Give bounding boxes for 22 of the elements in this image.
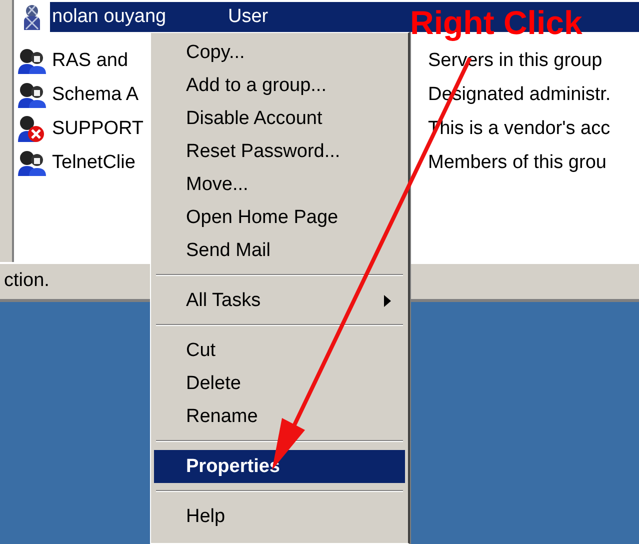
group-icon bbox=[17, 47, 47, 75]
menu-item[interactable]: Cut bbox=[154, 334, 405, 367]
menu-item[interactable]: Help bbox=[154, 500, 405, 533]
description-cell-text: Servers in this group bbox=[428, 49, 602, 73]
menu-item[interactable]: Disable Account bbox=[154, 102, 405, 135]
disabled-group-icon bbox=[17, 115, 47, 143]
submenu-arrow-icon bbox=[384, 295, 391, 307]
menu-item[interactable]: Properties bbox=[154, 450, 405, 483]
menu-item[interactable]: Add to a group... bbox=[154, 69, 405, 102]
menu-item[interactable]: Copy... bbox=[154, 36, 405, 69]
group-icon bbox=[17, 81, 47, 109]
menu-item[interactable]: Move... bbox=[154, 168, 405, 201]
menu-item[interactable]: Rename bbox=[154, 400, 405, 433]
menu-item[interactable]: Reset Password... bbox=[154, 135, 405, 168]
status-text: ction. bbox=[4, 270, 50, 291]
group-icon bbox=[17, 149, 47, 177]
description-cell-text: Members of this grou bbox=[428, 151, 606, 175]
list-item[interactable]: nolan ouyang bbox=[50, 2, 228, 32]
menu-item[interactable]: Open Home Page bbox=[154, 201, 405, 234]
menu-item[interactable]: All Tasks bbox=[154, 284, 405, 317]
menu-item[interactable]: Send Mail bbox=[154, 234, 405, 267]
menu-item[interactable]: Delete bbox=[154, 367, 405, 400]
